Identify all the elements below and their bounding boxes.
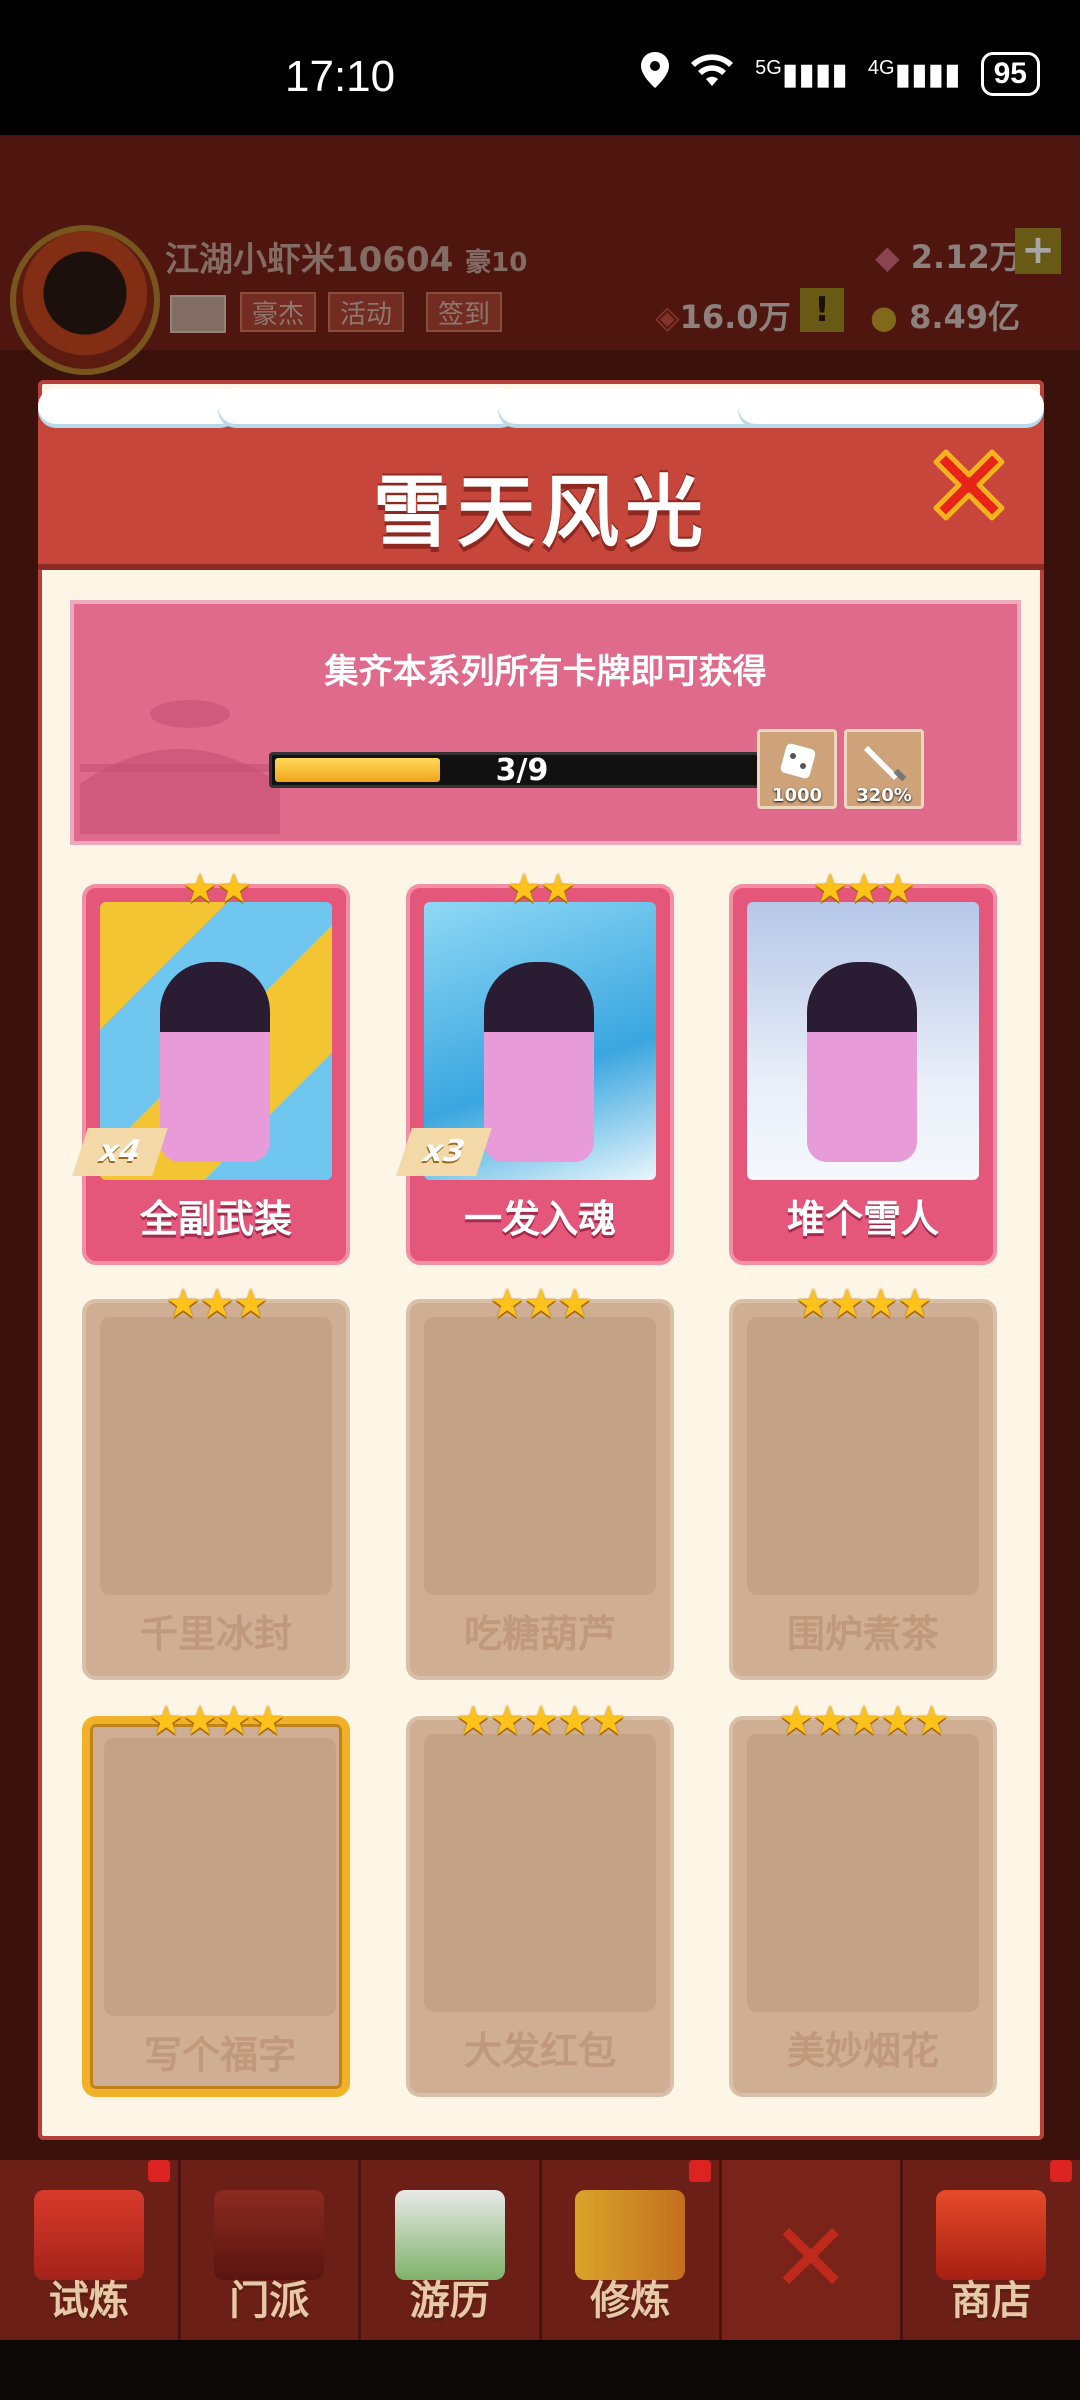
star-rating: ★★★★: [795, 1281, 932, 1327]
card-frame: 千里冰封: [82, 1299, 350, 1680]
shop-icon: [936, 2190, 1047, 2280]
card-name: 大发红包: [463, 2029, 616, 2073]
progress-label: 3/9: [495, 753, 549, 788]
card-name: 全副武装: [139, 1197, 292, 1241]
card-slot[interactable]: 吃糖葫芦 ★★★: [406, 1281, 674, 1680]
nav-trial[interactable]: 试炼: [0, 2160, 181, 2340]
card-frame: 吃糖葫芦: [406, 1299, 674, 1680]
card-frame: 堆个雪人: [729, 884, 997, 1265]
card-art: [747, 1317, 979, 1595]
card-name: 千里冰封: [139, 1612, 292, 1656]
firecracker-icon: [33, 2190, 144, 2280]
star-rating: ★★★★★: [778, 1698, 949, 1744]
nav-travel[interactable]: 游历: [361, 2160, 542, 2340]
card-slot[interactable]: 堆个雪人 ★★★: [729, 866, 997, 1265]
card-name: 一发入魂: [463, 1197, 616, 1241]
card-name: 堆个雪人: [786, 1197, 939, 1241]
card-slot[interactable]: 美妙烟花 ★★★★★: [729, 1698, 997, 2097]
card-count-badge: x3: [396, 1128, 492, 1176]
card-slot[interactable]: 一发入魂 x3 ★★: [396, 866, 674, 1265]
card-slot[interactable]: 大发红包 ★★★★★: [406, 1698, 674, 2097]
star-rating: ★★★: [812, 866, 916, 912]
snow-decoration: [38, 380, 1044, 440]
signal-5g-icon: 5G▮▮▮▮: [755, 56, 848, 91]
battery-icon: 95: [980, 52, 1040, 96]
character-figure: [807, 962, 917, 1162]
nav-cultivate[interactable]: 修炼: [542, 2160, 722, 2340]
star-rating: ★★: [182, 866, 252, 912]
nav-cards[interactable]: ✕: [722, 2160, 903, 2340]
character-figure: [160, 962, 270, 1162]
reward-banner: 集齐本系列所有卡牌即可获得 3/9 1000 320%: [70, 600, 1021, 845]
crossed-swords-icon: ✕: [770, 2202, 851, 2314]
gate-icon: [214, 2190, 325, 2280]
nav-sect[interactable]: 门派: [181, 2160, 361, 2340]
status-time: 17:10: [285, 52, 396, 101]
notification-dot: [689, 2160, 711, 2182]
collection-progress: 3/9: [269, 752, 769, 788]
card-slot[interactable]: 围炉煮茶 ★★★★: [729, 1281, 997, 1680]
card-name: 美妙烟花: [786, 2029, 939, 2073]
card-art: [100, 1317, 332, 1595]
star-rating: ★★★★: [148, 1698, 285, 1744]
status-bar: 17:10 5G▮▮▮▮ 4G▮▮▮▮ 95: [0, 0, 1080, 135]
navigation-bar: [0, 2340, 1080, 2400]
nav-shop[interactable]: 商店: [903, 2160, 1080, 2340]
card-frame: 一发入魂 x3: [396, 884, 674, 1265]
card-frame: 围炉煮茶: [729, 1299, 997, 1680]
card-name: 围炉煮茶: [786, 1612, 939, 1656]
card-name: 写个福字: [143, 2033, 296, 2077]
notification-dot: [147, 2160, 170, 2182]
card-art: [424, 1734, 656, 2012]
card-slot[interactable]: 写个福字 ★★★★: [82, 1698, 350, 2097]
location-icon: [641, 52, 670, 96]
card-count-badge: x4: [72, 1128, 168, 1176]
character-figure: [484, 962, 594, 1162]
card-art: [747, 902, 979, 1180]
banner-text: 集齐本系列所有卡牌即可获得: [324, 652, 767, 692]
bridge-decoration: [80, 700, 280, 834]
reward-item-dice[interactable]: 1000: [757, 729, 837, 809]
bottom-nav: 试炼 门派 游历 修炼 ✕ 商店: [0, 2160, 1080, 2340]
card-art: [747, 1734, 979, 2012]
card-frame: 写个福字: [82, 1716, 350, 2097]
modal-title: 雪天风光: [372, 468, 709, 558]
signal-4g-icon: 4G▮▮▮▮: [867, 56, 961, 91]
card-name: 吃糖葫芦: [463, 1612, 616, 1656]
star-rating: ★★: [506, 866, 576, 912]
notification-dot: [1050, 2160, 1072, 2182]
card-slot[interactable]: 千里冰封 ★★★: [82, 1281, 350, 1680]
card-frame: 大发红包: [406, 1716, 674, 2097]
reward-item-sword[interactable]: 320%: [844, 729, 924, 809]
status-icons: 5G▮▮▮▮ 4G▮▮▮▮ 95: [641, 52, 1040, 96]
card-frame: 美妙烟花: [729, 1716, 997, 2097]
card-art: [104, 1738, 336, 2016]
star-rating: ★★★: [165, 1281, 269, 1327]
star-rating: ★★★★★: [455, 1698, 626, 1744]
card-frame: 全副武装 x4: [72, 884, 350, 1265]
star-rating: ★★★: [489, 1281, 593, 1327]
card-slot[interactable]: 全副武装 x4 ★★: [72, 866, 350, 1265]
mountain-icon: [394, 2190, 505, 2280]
card-art: [424, 1317, 656, 1595]
close-icon[interactable]: [924, 440, 1014, 530]
wifi-icon: [689, 52, 735, 96]
books-icon: [575, 2190, 686, 2280]
